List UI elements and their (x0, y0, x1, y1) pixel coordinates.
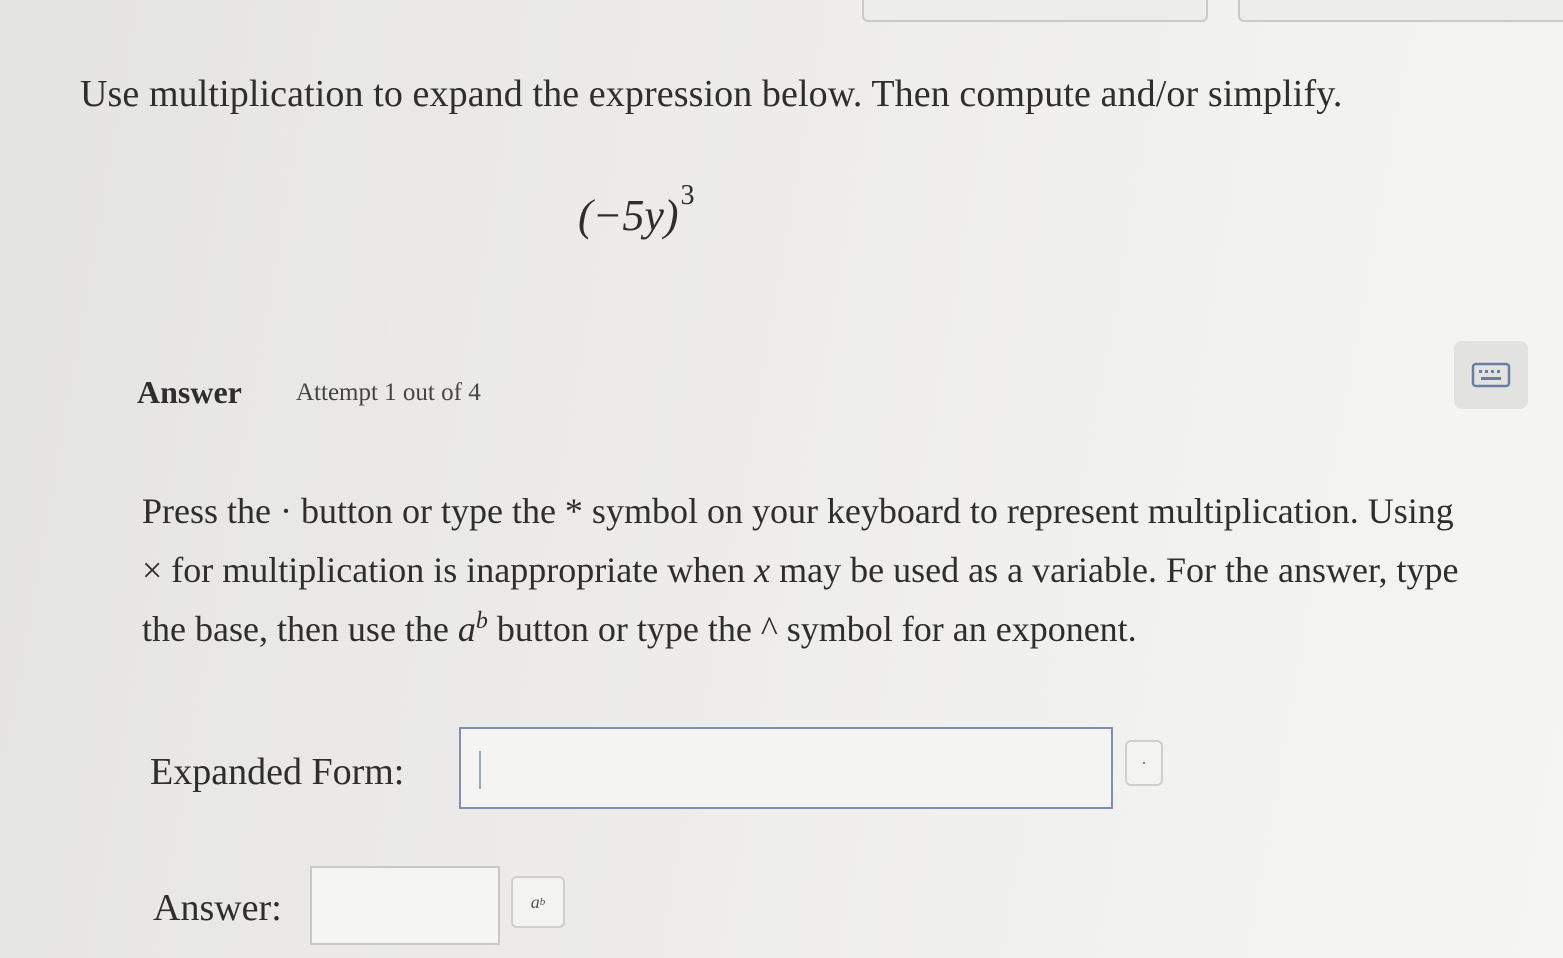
answer-heading: Answer (137, 374, 242, 410)
question-prompt: Use multiplication to expand the express… (80, 73, 1343, 115)
top-tab-left[interactable] (862, 0, 1208, 22)
expression-exponent: 3 (680, 180, 695, 211)
top-tab-right[interactable] (1238, 0, 1563, 22)
instructions-text: Press the · button or type the * symbol … (142, 482, 1472, 659)
instructions-part-3: button or type the ^ symbol for an expon… (487, 609, 1137, 649)
expression-base: (−5y) (578, 191, 679, 240)
exponent-button[interactable]: ab (511, 876, 565, 928)
keyboard-icon (1471, 362, 1511, 388)
power-notation-base: a (457, 609, 476, 649)
exponent-button-exp: b (539, 896, 546, 908)
text-caret (479, 751, 481, 789)
power-notation-exponent: b (475, 608, 488, 634)
answer-input[interactable] (310, 866, 500, 945)
exponent-button-base: a (530, 891, 540, 912)
expanded-form-label: Expanded Form: (150, 751, 405, 793)
attempt-counter: Attempt 1 out of 4 (296, 379, 481, 406)
variable-x: x (754, 550, 771, 590)
expanded-form-input[interactable] (459, 727, 1113, 809)
math-expression: (−5y)3 (578, 180, 695, 241)
keyboard-button[interactable] (1454, 341, 1528, 409)
multiply-dot-button[interactable]: · (1125, 740, 1163, 786)
answer-label: Answer: (153, 887, 282, 929)
